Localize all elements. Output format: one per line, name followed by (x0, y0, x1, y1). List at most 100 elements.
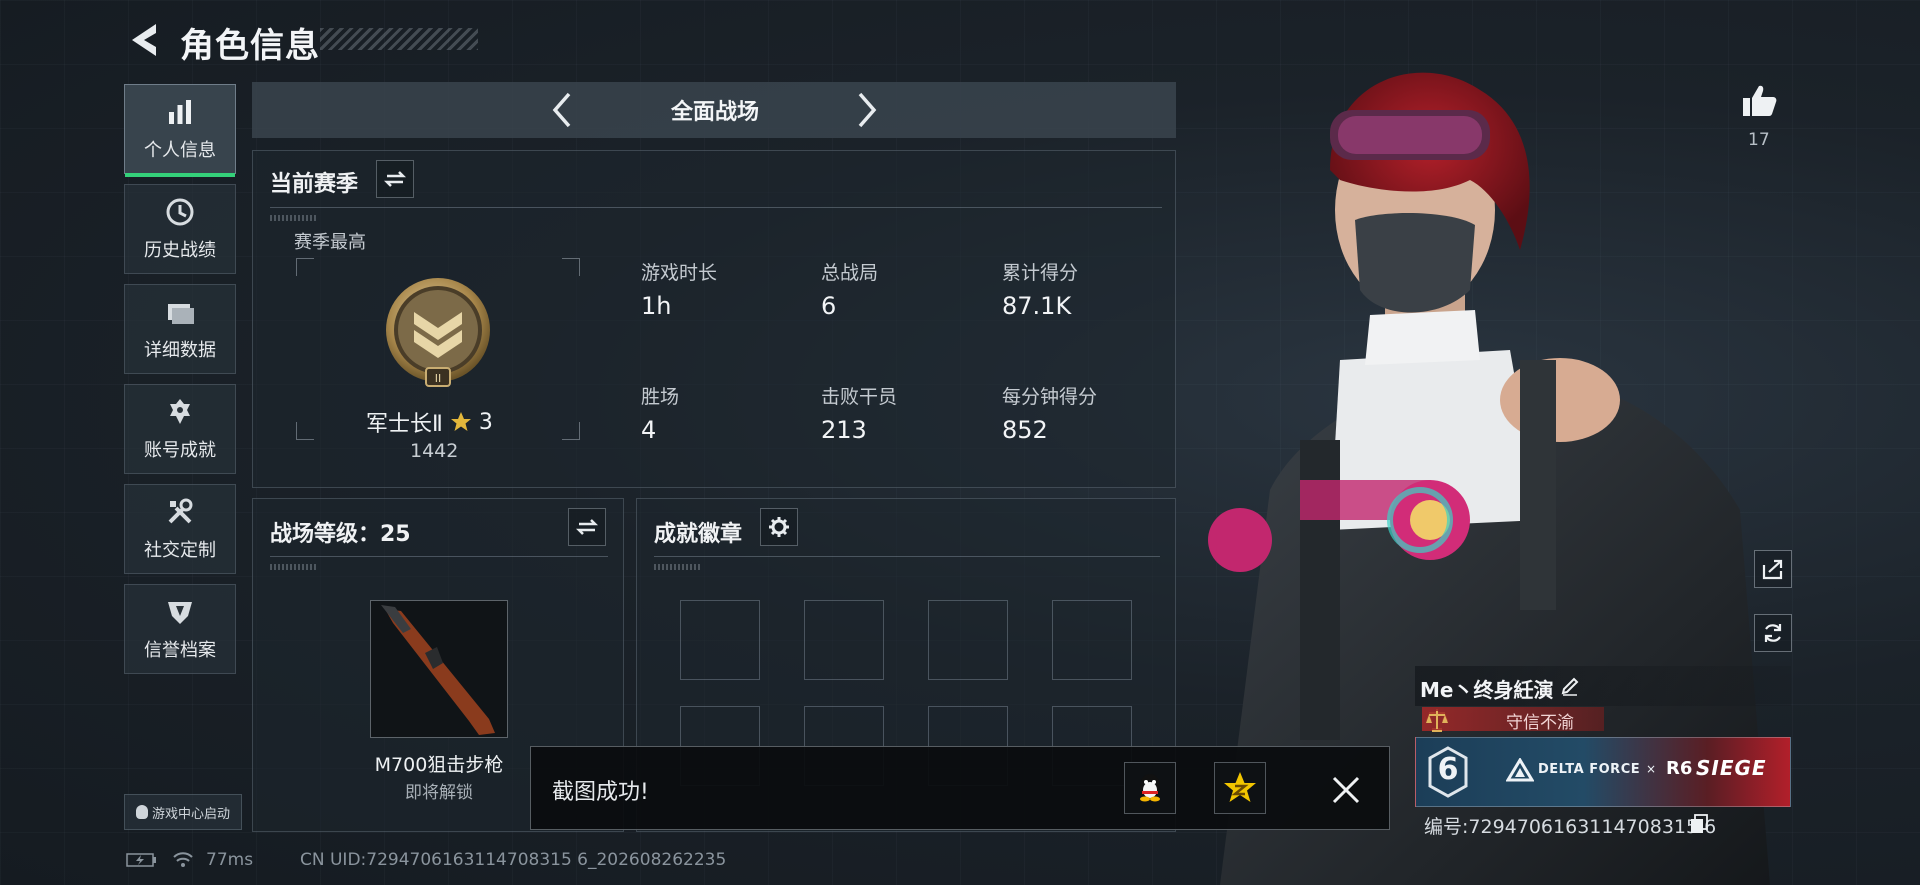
wifi-icon (173, 852, 193, 867)
bar-chart-icon (169, 100, 191, 124)
badge-slot[interactable] (804, 600, 884, 680)
battle-level-divider (270, 556, 608, 557)
achievement-icon (170, 399, 190, 424)
toast-message: 截图成功! (552, 780, 649, 805)
gear-icon (769, 517, 789, 537)
game-center-launch-button[interactable]: 游戏中心启动 (124, 794, 242, 830)
shield-icon (168, 602, 192, 624)
season-switch-button[interactable] (376, 160, 414, 198)
banner-brand: DELTA FORCE (1538, 762, 1641, 777)
stat-value-playtime: 1h (641, 292, 672, 320)
rifle-icon (381, 605, 495, 735)
rank-roman-numeral: II (435, 372, 442, 385)
badges-divider (654, 556, 1160, 557)
honor-title: 守信不渝 (1506, 713, 1574, 733)
rank-name-row: 军士长Ⅱ 3 (366, 406, 493, 438)
battle-level-title: 战场等级：25 (270, 522, 411, 547)
stat-value-total-score: 87.1K (1002, 292, 1072, 320)
back-arrow-icon[interactable] (126, 20, 162, 60)
stat-value-matches: 6 (821, 292, 837, 320)
banner-collab-r6: R6 (1666, 758, 1693, 779)
weapon-image[interactable] (370, 600, 508, 738)
frame-corner (562, 258, 580, 276)
refresh-icon (1764, 624, 1782, 642)
decor-stripes (654, 564, 700, 570)
rank-score: 1442 (410, 440, 459, 462)
refresh-button[interactable] (1754, 614, 1792, 652)
chevron-left-icon[interactable] (545, 90, 579, 130)
nav-label: 信誉档案 (144, 640, 216, 661)
badge-slot[interactable] (1052, 600, 1132, 680)
season-panel-title: 当前赛季 (270, 172, 359, 197)
qzone-star-icon (1224, 772, 1256, 802)
qq-share-button[interactable] (1124, 762, 1176, 814)
nav-item-history[interactable]: 历史战绩 (124, 184, 236, 274)
rank-name: 军士长Ⅱ (366, 412, 443, 437)
badges-title: 成就徽章 (654, 522, 743, 547)
close-icon[interactable] (1330, 774, 1362, 806)
thumbs-up-icon[interactable] (1740, 82, 1778, 120)
stat-label-matches: 总战局 (821, 262, 879, 284)
chevron-right-icon[interactable] (850, 90, 884, 130)
stat-value-wins: 4 (641, 416, 657, 444)
banner-collab-siege: SIEGE (1696, 756, 1767, 780)
battery-icon (126, 853, 156, 867)
season-best-label: 赛季最高 (294, 232, 366, 253)
folder-icon (168, 304, 194, 324)
stat-value-kills: 213 (821, 416, 867, 444)
mode-label: 全面战场 (670, 100, 759, 125)
nav-item-achievements[interactable]: 账号成就 (124, 384, 236, 474)
weapon-name: M700狙击步枪 (374, 754, 504, 776)
stat-label-score-per-min: 每分钟得分 (1002, 386, 1098, 408)
launch-label: 游戏中心启动 (151, 806, 230, 822)
nav-item-personal-info[interactable]: 个人信息 (124, 84, 236, 177)
frame-corner (296, 258, 314, 276)
swap-icon (576, 519, 598, 535)
rank-emblem-icon: II (386, 278, 490, 387)
rank-stars: 3 (478, 409, 493, 435)
nav-item-social[interactable]: 社交定制 (124, 484, 236, 574)
player-name: Me丶终身紝演 (1420, 678, 1554, 702)
share-button[interactable] (1754, 550, 1792, 588)
frame-corner (562, 422, 580, 440)
player-uid: 编号:7294706163114708315 6 (1424, 816, 1717, 838)
nav-label: 详细数据 (144, 340, 216, 361)
star-icon (450, 412, 471, 431)
badge-slot[interactable] (680, 600, 760, 680)
ping-value: 77ms (206, 850, 254, 870)
edit-pencil-icon[interactable] (1560, 676, 1580, 696)
uid-footer: CN UID:7294706163114708315 6_20260826223… (300, 850, 727, 870)
badges-settings-button[interactable] (760, 508, 798, 546)
nav-label: 历史战绩 (144, 240, 216, 261)
page-title: 角色信息 (180, 26, 320, 66)
honor-scale-icon-overlay (1426, 711, 1448, 732)
stat-label-wins: 胜场 (641, 386, 680, 408)
share-icon (1762, 559, 1783, 580)
nav-label: 账号成就 (144, 440, 216, 461)
decor-stripes (270, 564, 316, 570)
copy-icon[interactable] (1690, 814, 1708, 834)
banner-collab-separator: × (1646, 762, 1657, 776)
stat-value-score-per-min: 852 (1002, 416, 1048, 444)
battle-level-switch-button[interactable] (568, 508, 606, 546)
season-divider (270, 207, 1162, 208)
nav-label: 个人信息 (144, 140, 216, 161)
tools-icon (168, 498, 193, 524)
stat-label-playtime: 游戏时长 (641, 262, 718, 284)
title-decoration (320, 28, 478, 50)
nav-item-reputation[interactable]: 信誉档案 (124, 584, 236, 674)
penguin-icon (135, 805, 148, 819)
clock-icon (166, 198, 194, 226)
stat-label-kills: 击败干员 (821, 386, 898, 408)
frame-corner (296, 422, 314, 440)
qzone-share-button[interactable] (1214, 762, 1266, 814)
nav-item-details[interactable]: 详细数据 (124, 284, 236, 374)
delta-force-logo-icon (1506, 758, 1534, 782)
like-count: 17 (1748, 130, 1770, 150)
badge-slot[interactable] (928, 600, 1008, 680)
qq-penguin-icon (1140, 774, 1160, 802)
stat-label-total-score: 累计得分 (1002, 262, 1079, 284)
nav-label: 社交定制 (144, 540, 216, 561)
banner-number: 6 (1437, 752, 1459, 787)
weapon-status: 即将解锁 (405, 783, 473, 803)
